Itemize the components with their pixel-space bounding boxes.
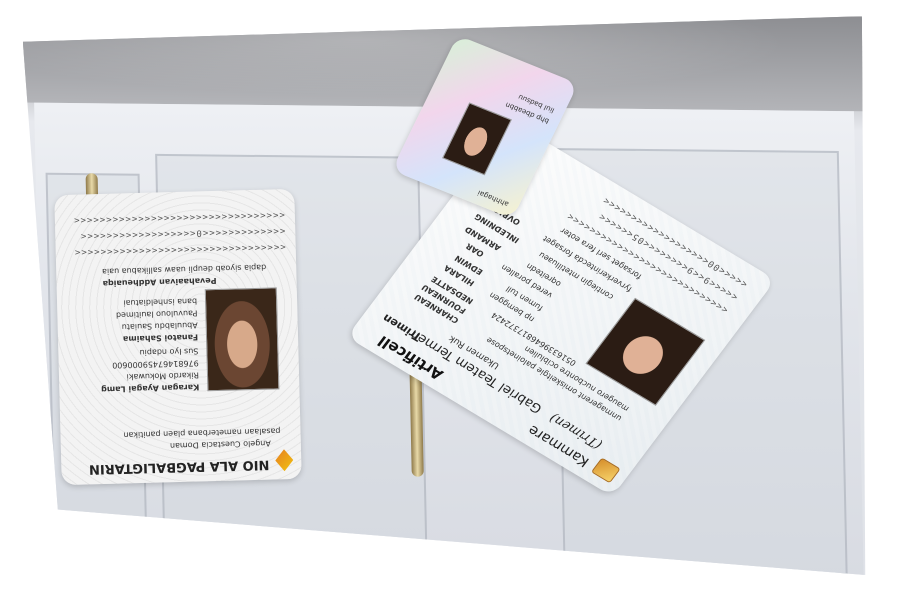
card-small-line: ahhhagai	[476, 188, 511, 208]
card-left-line: Rikardo Mokuwaki	[126, 370, 200, 382]
card-left-mrz-line: <<<<<<<<<<<<<<<<<<<<<<<<<<<<<<<<<	[72, 209, 285, 225]
card-left-line: Fanatoi Sahaima	[122, 332, 199, 344]
card-left-header: NIO ALA PAGBALIGTARIN	[88, 456, 270, 477]
card-left-line: Pevahaaivan Addheuaiqa	[102, 275, 217, 288]
card-right-logo-icon	[590, 457, 621, 484]
card-left-mrz-line: <<<<<<<<<<<<<0<<<<<<<<<<<<<<<<<<	[79, 225, 286, 241]
card-left-line: Sus Iyo ndapiu	[139, 346, 199, 358]
card-left-line: Karagan Ayagai Lamg	[100, 382, 200, 395]
card-left-content: NIO ALA PAGBALIGTARIN Angelo Cuestacia D…	[54, 189, 302, 485]
card-left-line: bana isnheldiatuai	[123, 296, 198, 308]
card-left-line: dapia siyoab deupli uaaw sallikabua uaia	[101, 262, 267, 276]
card-small-photo	[442, 102, 512, 176]
card-left-logo-icon	[275, 449, 294, 471]
id-card-left: NIO ALA PAGBALIGTARIN Angelo Cuestacia D…	[54, 188, 302, 486]
card-left-mrz-line: <<<<<<<<<<<<<<<<<<<<<<<<<<<<<<<<<	[73, 241, 286, 257]
card-left-photo	[204, 287, 280, 392]
card-left-line: Abuulabdu Sauiatu	[121, 320, 198, 332]
card-left-line: Angelo Cuestacia Doman	[169, 438, 271, 451]
card-left-line: Pauvulouo lauitimed	[115, 308, 198, 320]
card-left-line: 97681467459000600	[112, 358, 199, 370]
card-left-line: pasalaan nameterbana plaen panitikan	[123, 426, 281, 440]
